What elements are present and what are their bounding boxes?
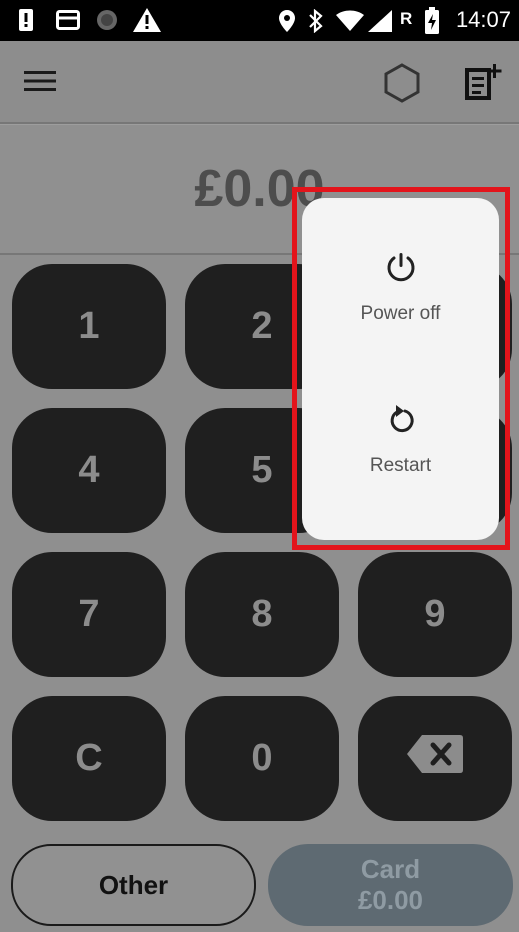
key-8[interactable]: 8 <box>185 552 339 677</box>
status-bar: R 14:07 <box>0 0 519 41</box>
card-button-label: Card <box>360 854 421 884</box>
key-1[interactable]: 1 <box>12 264 166 389</box>
location-icon <box>278 9 296 38</box>
battery-icon <box>424 7 440 40</box>
sim-card-icon <box>56 10 80 35</box>
key-7[interactable]: 7 <box>12 552 166 677</box>
network-type-label: R <box>400 9 413 28</box>
backspace-button[interactable] <box>358 696 512 821</box>
circle-icon <box>96 9 118 36</box>
wifi-icon <box>335 10 365 37</box>
add-note-icon[interactable] <box>460 59 506 105</box>
card-button[interactable]: Card £0.00 <box>268 844 513 926</box>
highlight-box <box>292 187 510 550</box>
alert-icon <box>18 8 34 37</box>
signal-icon <box>367 9 393 38</box>
bluetooth-icon <box>307 8 325 38</box>
clock: 14:07 <box>455 7 511 32</box>
key-clear[interactable]: C <box>12 696 166 821</box>
hexagon-icon[interactable] <box>380 61 424 105</box>
other-button[interactable]: Other <box>11 844 256 926</box>
backspace-icon <box>406 733 464 785</box>
app-toolbar <box>0 41 519 124</box>
warning-icon <box>132 7 162 38</box>
key-9[interactable]: 9 <box>358 552 512 677</box>
card-button-amount: £0.00 <box>357 885 424 915</box>
key-0[interactable]: 0 <box>185 696 339 821</box>
key-4[interactable]: 4 <box>12 408 166 533</box>
menu-icon[interactable] <box>20 65 60 97</box>
